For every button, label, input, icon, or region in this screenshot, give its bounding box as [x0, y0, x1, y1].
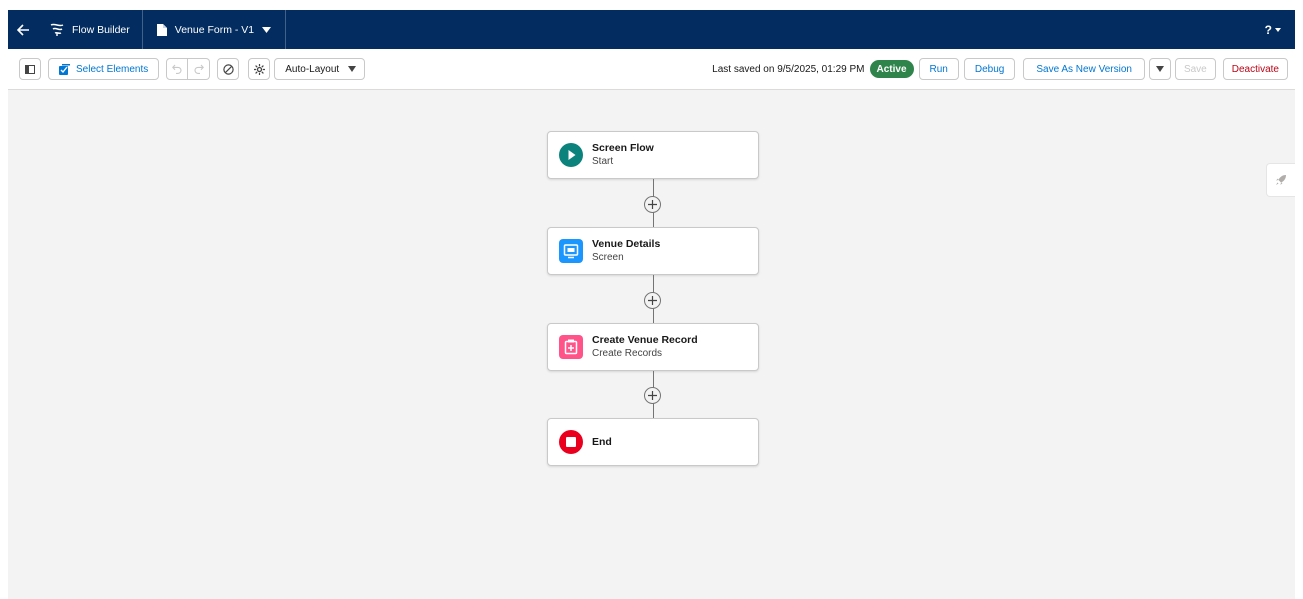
add-element-button[interactable]	[644, 292, 661, 309]
chevron-down-icon	[1155, 66, 1164, 72]
file-icon	[156, 23, 167, 36]
select-elements-label: Select Elements	[76, 63, 149, 75]
run-button[interactable]: Run	[918, 58, 959, 80]
undo-icon	[172, 64, 182, 74]
stop-icon	[559, 430, 583, 454]
settings-button[interactable]	[248, 58, 271, 80]
toggle-panel-button[interactable]	[19, 58, 41, 80]
status-badge: Active	[869, 60, 914, 78]
node-title: Create Venue Record	[592, 334, 698, 346]
select-elements-button[interactable]: Select Elements	[48, 58, 160, 80]
plus-icon	[648, 391, 657, 400]
save-options-menu[interactable]	[1148, 58, 1171, 80]
app-title: Flow Builder	[72, 23, 130, 36]
undo-redo-group	[166, 58, 211, 80]
node-subtitle: Screen	[592, 252, 624, 263]
last-saved-text: Last saved on 9/5/2025, 01:29 PM	[712, 63, 865, 75]
rocket-icon	[1276, 175, 1286, 185]
flow-builder-window: Flow Builder Venue Form - V1 ? Select El…	[8, 10, 1295, 599]
flow-node-start[interactable]: Screen Flow Start	[547, 131, 759, 179]
chevron-down-icon	[262, 26, 272, 33]
app-name: Flow Builder	[38, 10, 143, 49]
toolbar: Select Elements Auto-Layout Last saved o…	[8, 49, 1295, 90]
toolbox-toggle[interactable]	[1266, 163, 1295, 197]
select-icon	[59, 63, 70, 75]
layout-label: Auto-Layout	[285, 63, 340, 75]
flow-node-end[interactable]: End	[547, 418, 759, 466]
toolbar-right: Last saved on 9/5/2025, 01:29 PM Active …	[712, 58, 1295, 80]
play-icon	[559, 143, 583, 167]
flow-icon	[50, 23, 64, 36]
layout-dropdown[interactable]: Auto-Layout	[274, 58, 366, 80]
help-icon: ?	[1264, 22, 1272, 37]
flow-name: Venue Form - V1	[174, 23, 255, 36]
plus-icon	[648, 200, 657, 209]
arrow-left-icon	[16, 23, 29, 36]
app-header: Flow Builder Venue Form - V1 ?	[8, 10, 1295, 49]
redo-icon	[194, 64, 204, 74]
record-create-icon	[559, 335, 583, 359]
flow-node-screen[interactable]: Venue Details Screen	[547, 227, 759, 275]
node-title: Screen Flow	[592, 142, 654, 154]
help-menu[interactable]: ?	[1265, 23, 1295, 37]
save-button[interactable]: Save	[1174, 58, 1216, 80]
panel-icon	[25, 64, 35, 74]
add-element-button[interactable]	[644, 387, 661, 404]
node-subtitle: Create Records	[592, 348, 663, 359]
node-subtitle: Start	[592, 156, 614, 167]
flow-canvas[interactable]: Screen Flow Start Venue Details Screen C…	[8, 90, 1295, 599]
chevron-down-icon	[1275, 27, 1281, 32]
debug-button[interactable]: Debug	[963, 58, 1016, 80]
node-title: End	[592, 435, 612, 448]
add-element-button[interactable]	[644, 196, 661, 213]
flow-node-create-records[interactable]: Create Venue Record Create Records	[547, 323, 759, 371]
plus-icon	[648, 296, 657, 305]
chevron-down-icon	[348, 66, 357, 72]
undo-button[interactable]	[166, 58, 189, 80]
deactivate-button[interactable]: Deactivate	[1222, 58, 1288, 80]
screen-icon	[559, 239, 583, 263]
flow-name-menu[interactable]: Venue Form - V1	[143, 10, 287, 49]
redo-button[interactable]	[188, 58, 211, 80]
ban-icon	[223, 63, 234, 75]
gear-icon	[253, 63, 265, 75]
clear-button[interactable]	[217, 58, 240, 80]
back-button[interactable]	[8, 10, 38, 49]
save-as-new-version-button[interactable]: Save As New Version	[1023, 58, 1145, 80]
node-title: Venue Details	[592, 238, 661, 250]
